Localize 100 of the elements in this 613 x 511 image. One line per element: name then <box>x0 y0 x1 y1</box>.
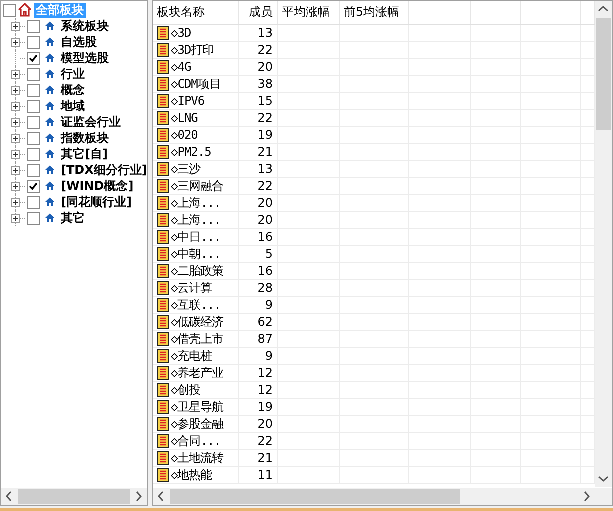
vertical-scrollbar[interactable] <box>595 1 612 487</box>
document-icon <box>157 383 169 397</box>
tree-item[interactable]: 行业 <box>61 66 85 82</box>
table-cell: ◇合同... <box>171 432 221 450</box>
table-cell: ◇中日... <box>171 228 221 246</box>
expand-icon[interactable] <box>11 102 20 110</box>
expand-icon[interactable] <box>11 182 20 190</box>
checkbox[interactable] <box>27 20 40 32</box>
house-icon <box>45 21 55 31</box>
tree-item[interactable]: [同花顺行业] <box>61 194 132 210</box>
checkbox[interactable] <box>27 132 40 144</box>
table-cell: 22 <box>239 178 278 194</box>
house-icon <box>45 213 55 223</box>
table-cell: ◇低碳经济 <box>171 314 224 330</box>
checkbox[interactable] <box>27 180 40 192</box>
horizontal-scrollbar[interactable] <box>153 487 612 505</box>
checkbox[interactable] <box>27 52 40 64</box>
column-header[interactable]: 前5均涨幅 <box>340 1 409 24</box>
table-cell: ◇CDM项目 <box>171 76 221 92</box>
checkbox[interactable] <box>27 36 40 48</box>
table-cell: ◇借壳上市 <box>171 330 224 348</box>
document-icon <box>157 196 169 210</box>
table-cell: 38 <box>239 76 278 92</box>
checkbox[interactable] <box>27 164 40 176</box>
table-cell: 5 <box>239 246 278 262</box>
document-icon <box>157 434 169 448</box>
table-cell: ◇PM2.5 <box>171 145 212 159</box>
document-icon <box>157 111 169 125</box>
table-cell: 20 <box>239 59 278 75</box>
table-cell: ◇二胎政策 <box>171 262 224 280</box>
house-icon <box>45 37 55 47</box>
column-header[interactable]: 成员 <box>239 1 278 24</box>
table-cell: ◇互联... <box>171 296 221 314</box>
horizontal-scrollbar[interactable] <box>1 487 147 505</box>
expand-icon[interactable] <box>11 118 20 126</box>
scrollbar-thumb[interactable] <box>170 489 460 504</box>
table-cell: 9 <box>239 348 278 364</box>
column-header[interactable]: 平均涨幅 <box>278 1 340 24</box>
house-icon <box>45 101 55 111</box>
document-icon <box>157 94 169 108</box>
tree-item[interactable]: 系统板块 <box>61 18 109 34</box>
tree-item[interactable]: 模型选股 <box>61 50 109 66</box>
expand-icon[interactable] <box>11 166 20 174</box>
table-cell: 22 <box>239 110 278 126</box>
table-cell: 19 <box>239 399 278 415</box>
document-icon <box>157 213 169 227</box>
tree-item[interactable]: [TDX细分行业] <box>61 162 147 178</box>
document-icon <box>157 264 169 278</box>
tree-item[interactable]: 地域 <box>61 98 85 114</box>
table-cell: ◇创投 <box>171 382 201 398</box>
tree-item[interactable]: 指数板块 <box>61 130 109 146</box>
column-header[interactable]: 板块名称 <box>153 1 239 24</box>
checkbox[interactable] <box>3 4 16 16</box>
expand-icon[interactable] <box>11 38 20 46</box>
table-cell: 9 <box>239 297 278 313</box>
checkbox[interactable] <box>27 196 40 208</box>
house-icon <box>18 3 32 17</box>
tree-item[interactable]: 其它[自] <box>61 146 108 162</box>
tree-item[interactable]: 其它 <box>61 210 85 226</box>
table-cell: 13 <box>239 25 278 41</box>
table-cell: ◇IPV6 <box>171 94 205 108</box>
table-cell: ◇参股金融 <box>171 416 224 432</box>
expand-icon[interactable] <box>11 214 20 222</box>
expand-icon[interactable] <box>11 150 20 158</box>
document-icon <box>157 43 169 57</box>
checkbox[interactable] <box>27 116 40 128</box>
expand-icon[interactable] <box>11 134 20 142</box>
document-icon <box>157 400 169 414</box>
expand-icon[interactable] <box>11 70 20 78</box>
scrollbar-thumb[interactable] <box>18 489 130 504</box>
document-icon <box>157 349 169 363</box>
table-cell: 12 <box>239 382 278 398</box>
table-cell: ◇地热能 <box>171 466 212 484</box>
table-cell: ◇卫星导航 <box>171 398 224 416</box>
expand-icon[interactable] <box>11 86 20 94</box>
checkbox[interactable] <box>27 212 40 224</box>
scrollbar-thumb[interactable] <box>596 18 611 130</box>
document-icon <box>157 417 169 431</box>
table-cell: 22 <box>239 42 278 58</box>
document-icon <box>157 451 169 465</box>
table-cell: 16 <box>239 263 278 279</box>
expand-icon[interactable] <box>11 198 20 206</box>
checkbox[interactable] <box>27 68 40 80</box>
expand-icon[interactable] <box>11 22 20 30</box>
table-cell: ◇020 <box>171 128 198 142</box>
table-cell: 22 <box>239 433 278 449</box>
house-icon <box>45 165 55 175</box>
table-cell: ◇3D <box>171 26 192 40</box>
checkbox[interactable] <box>27 148 40 160</box>
table-cell: ◇养老产业 <box>171 364 224 382</box>
tree-item[interactable]: 自选股 <box>61 34 97 50</box>
tree-item[interactable]: 证监会行业 <box>61 114 121 130</box>
house-icon <box>45 149 55 159</box>
checkbox[interactable] <box>27 84 40 96</box>
checkbox[interactable] <box>27 100 40 112</box>
tree-item[interactable]: [WIND概念] <box>61 178 134 194</box>
tree-item[interactable]: 概念 <box>61 82 85 98</box>
document-icon <box>157 247 169 261</box>
document-icon <box>157 468 169 482</box>
table-cell: ◇上海... <box>171 212 221 228</box>
